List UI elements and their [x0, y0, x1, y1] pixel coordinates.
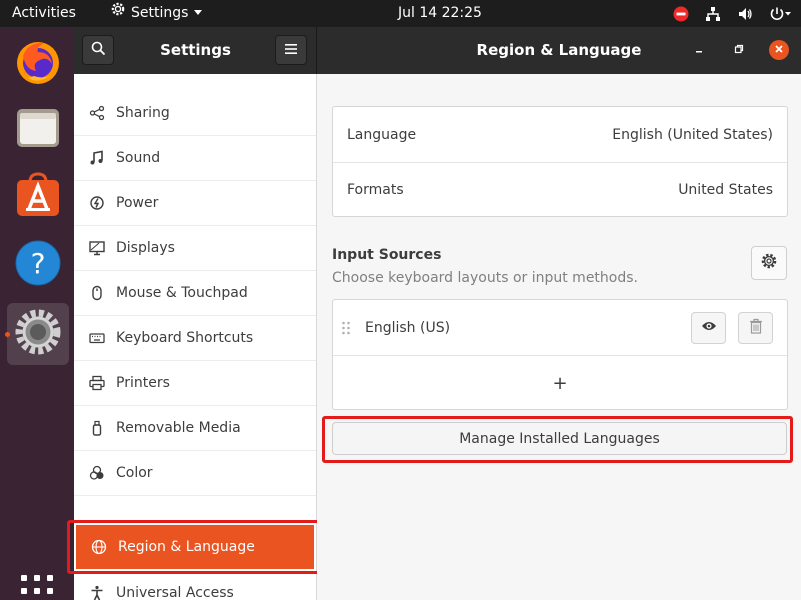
input-source-label: English (US)	[365, 319, 451, 336]
language-row[interactable]: Language English (United States)	[333, 107, 787, 162]
gear-icon	[110, 0, 126, 27]
dock-settings[interactable]	[7, 303, 69, 365]
sidebar-item-keyboard-shortcuts[interactable]: Keyboard Shortcuts	[74, 316, 316, 361]
share-icon	[88, 104, 106, 122]
sidebar-item-label: Sound	[116, 150, 161, 166]
keyboard-icon	[88, 329, 106, 347]
dock: ?	[0, 27, 74, 600]
window-controls	[689, 40, 789, 60]
sidebar-item-mouse-touchpad[interactable]: Mouse & Touchpad	[74, 271, 316, 316]
formats-row[interactable]: Formats United States	[333, 162, 787, 217]
software-store-icon	[15, 172, 61, 222]
app-menu-label: Settings	[131, 5, 189, 21]
region-language-panel: Language English (United States) Formats…	[317, 74, 801, 600]
color-icon	[88, 464, 106, 482]
app-menu[interactable]: Settings	[110, 0, 203, 27]
show-applications-button[interactable]	[21, 575, 53, 600]
sidebar-item-label: Printers	[116, 375, 170, 391]
region-card: Language English (United States) Formats…	[332, 106, 788, 217]
sidebar-item-displays[interactable]: Displays	[74, 226, 316, 271]
manage-button-highlight	[322, 416, 793, 463]
remove-input-source-button[interactable]	[738, 311, 773, 344]
language-value: English (United States)	[612, 126, 773, 143]
sidebar-item-label: Removable Media	[116, 420, 241, 436]
network-icon[interactable]	[705, 0, 721, 27]
music-note-icon	[88, 149, 106, 167]
gear-icon	[760, 252, 778, 274]
sidebar-item-sound[interactable]: Sound	[74, 136, 316, 181]
main-menu-button[interactable]	[275, 35, 307, 65]
search-icon	[91, 41, 106, 60]
clock[interactable]: Jul 14 22:25	[398, 0, 482, 27]
maximize-button[interactable]	[729, 40, 749, 60]
volume-icon[interactable]	[737, 0, 753, 27]
dock-software[interactable]	[7, 166, 69, 228]
sidebar-item-color[interactable]: Color	[74, 451, 316, 496]
dock-files[interactable]	[7, 99, 69, 161]
svg-text:?: ?	[31, 247, 46, 280]
minimize-icon	[694, 42, 704, 58]
printer-icon	[88, 374, 106, 392]
eye-icon	[701, 320, 717, 336]
sidebar-item-label: Color	[116, 465, 153, 481]
search-button[interactable]	[82, 35, 114, 65]
sidebar-item-power[interactable]: Power	[74, 181, 316, 226]
sidebar-item-universal-access[interactable]: Universal Access	[74, 571, 316, 600]
sidebar-item-label: Displays	[116, 240, 175, 256]
input-sources-title: Input Sources	[332, 247, 442, 263]
dock-firefox[interactable]	[7, 33, 69, 95]
files-icon	[15, 105, 61, 155]
formats-value: United States	[678, 182, 773, 198]
drag-handle-icon[interactable]	[341, 320, 351, 336]
sidebar-item-label: Universal Access	[116, 585, 234, 600]
close-icon	[774, 42, 784, 58]
settings-sidebar: Sharing Sound Power Displays Mouse & Tou…	[67, 74, 324, 600]
firefox-icon	[14, 38, 62, 90]
accessibility-icon	[88, 584, 106, 600]
input-sources-list: English (US) +	[332, 299, 788, 410]
input-sources-subtitle: Choose keyboard layouts or input methods…	[332, 270, 638, 286]
mouse-icon	[88, 284, 106, 302]
system-tray[interactable]	[673, 0, 793, 27]
sidebar-item-label: Mouse & Touchpad	[116, 285, 248, 301]
do-not-disturb-icon[interactable]	[673, 0, 689, 27]
top-bar: Activities Settings Jul 14 22:25	[0, 0, 801, 27]
header-bar: Settings Region & Language	[74, 27, 801, 74]
add-icon: +	[552, 372, 568, 394]
close-button[interactable]	[769, 40, 789, 60]
sidebar-item-label: Power	[116, 195, 159, 211]
trash-icon	[749, 318, 763, 338]
sidebar-item-printers[interactable]: Printers	[74, 361, 316, 406]
sidebar-item-label: Keyboard Shortcuts	[116, 330, 254, 346]
dock-help[interactable]: ?	[7, 234, 69, 296]
add-input-source-row[interactable]: +	[333, 355, 787, 410]
minimize-button[interactable]	[689, 40, 709, 60]
restore-icon	[734, 42, 744, 58]
display-icon	[88, 239, 106, 257]
sidebar-header: Settings	[74, 27, 317, 74]
input-sources-options-button[interactable]	[751, 246, 787, 280]
region-language-highlight	[67, 520, 324, 574]
power-icon	[88, 194, 106, 212]
sidebar-item-removable-media[interactable]: Removable Media	[74, 406, 316, 451]
hamburger-icon	[285, 42, 297, 58]
power-menu-icon[interactable]	[769, 0, 793, 27]
chevron-down-icon	[193, 0, 203, 27]
settings-gear-icon	[15, 309, 61, 359]
formats-label: Formats	[347, 182, 404, 198]
sidebar-item-sharing[interactable]: Sharing	[74, 91, 316, 136]
help-icon: ?	[15, 240, 61, 290]
running-indicator	[5, 332, 10, 337]
input-source-row[interactable]: English (US)	[333, 300, 787, 355]
sidebar-item-label: Sharing	[116, 105, 170, 121]
usb-drive-icon	[88, 419, 106, 437]
activities-button[interactable]: Activities	[12, 0, 76, 27]
preview-layout-button[interactable]	[691, 311, 726, 344]
settings-window: Settings Region & Language Sharing Sound…	[67, 27, 801, 600]
language-label: Language	[347, 126, 417, 143]
